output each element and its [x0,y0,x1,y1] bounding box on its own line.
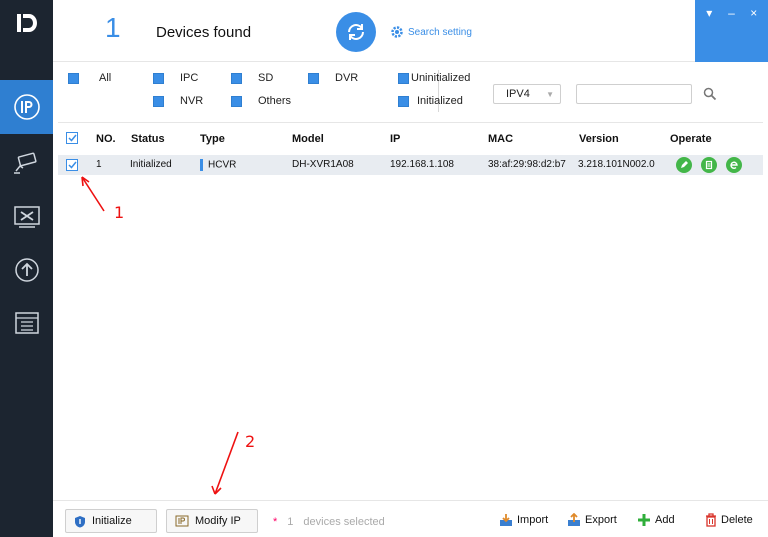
annotation-number-2: 2 [245,432,256,451]
modify-ip-label: Modify IP [195,515,241,527]
delete-label: Delete [721,514,753,526]
selection-info: * 1 devices selected [273,516,385,528]
import-icon [500,514,512,526]
export-label: Export [585,514,617,526]
annotation-number-1: 1 [114,203,125,222]
selected-count: 1 [287,516,294,528]
add-button[interactable]: Add [637,513,675,527]
delete-button[interactable]: Delete [705,513,753,527]
modify-ip-button[interactable]: Modify IP [166,509,258,533]
import-label: Import [517,514,549,526]
annotation-arrows [81,176,239,495]
required-star: * [273,516,278,528]
bottom-toolbar: Initialize Modify IP * 1 devices selecte… [53,500,768,537]
export-button[interactable]: Export [567,513,617,527]
selected-text: devices selected [303,516,385,528]
annotation-arrow-1 [81,176,105,212]
import-button[interactable]: Import [499,513,548,527]
annotation-arrow-2 [214,431,239,495]
plus-icon [638,514,650,526]
initialize-button[interactable]: Initialize [65,509,157,533]
initialize-label: Initialize [92,515,132,527]
modify-ip-icon [175,515,189,526]
shield-icon [75,515,85,527]
add-label: Add [655,514,675,526]
export-icon [568,513,580,526]
trash-icon [706,513,716,527]
